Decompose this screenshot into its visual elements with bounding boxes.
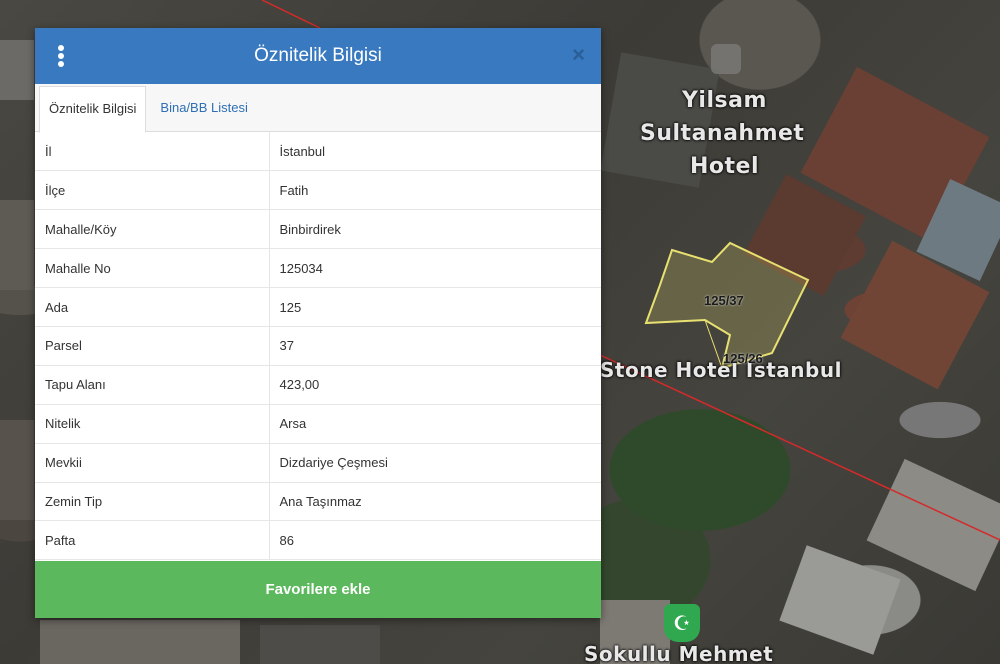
panel-header: Öznitelik Bilgisi × [35,28,601,84]
hotel-poi-icon[interactable] [711,44,741,74]
attribute-value: Fatih [269,170,601,211]
map-label-sultanahmet: Sultanahmet [640,121,805,146]
attribute-key: İl [35,132,270,172]
attribute-table: İl İstanbul İlçe Fatih Mahalle/Köy Binbirdire… [35,132,601,561]
table-row: Zemin Tip Ana Taşınmaz [35,482,601,522]
table-row: Tapu Alanı 423,00 [35,365,601,405]
parcel-label-neighbor[interactable]: 125/26 [723,351,763,366]
table-row: Nitelik Arsa [35,404,601,444]
attribute-info-panel: Öznitelik Bilgisi × Öznitelik Bilgisi Bi… [35,28,601,618]
table-row: Mahalle/Köy Binbirdirek [35,209,601,250]
attribute-value: 125 [269,287,601,327]
table-row: İl İstanbul [35,132,601,172]
parcel-label-main[interactable]: 125/37 [704,293,744,308]
attribute-value: 125034 [269,248,601,289]
map-label-sokullu: Sokullu Mehmet [584,642,774,664]
attribute-value: Ana Taşınmaz [269,482,601,522]
attribute-key: Ada [35,287,270,327]
tab-building-list[interactable]: Bina/BB Listesi [146,86,261,133]
add-to-favorites-button[interactable]: Favorilere ekle [35,561,601,618]
attribute-key: Mahalle No [35,248,270,289]
map-label-hotel: Hotel [690,154,760,179]
panel-tabs: Öznitelik Bilgisi Bina/BB Listesi [35,84,601,133]
kebab-menu-icon[interactable] [55,44,67,68]
panel-title: Öznitelik Bilgisi [254,45,382,66]
close-icon[interactable]: × [572,42,585,68]
attribute-key: Nitelik [35,404,270,444]
attribute-value: Dizdariye Çeşmesi [269,443,601,483]
map-label-yilsam: Yilsam [682,88,767,113]
table-row: İlçe Fatih [35,170,601,211]
mosque-poi-icon[interactable]: ☪ [664,604,700,642]
tab-attribute-info[interactable]: Öznitelik Bilgisi [39,86,147,133]
attribute-value: Binbirdirek [269,209,601,250]
attribute-key: Mahalle/Köy [35,209,270,250]
table-row: Ada 125 [35,287,601,327]
table-row: Mevkii Dizdariye Çeşmesi [35,443,601,483]
attribute-key: Pafta [35,520,270,561]
road-line [261,0,321,29]
table-row: Mahalle No 125034 [35,248,601,289]
attribute-key: Parsel [35,326,270,366]
attribute-key: Tapu Alanı [35,365,270,405]
attribute-value: İstanbul [269,132,601,172]
map-label-stone-hotel: Stone Hotel Istanbul [600,358,842,382]
attribute-value: 37 [269,326,601,366]
attribute-key: Mevkii [35,443,270,483]
table-row: Pafta 86 [35,520,601,561]
attribute-value: 86 [269,520,601,561]
road-line [599,354,1000,541]
table-row: Parsel 37 [35,326,601,366]
attribute-key: İlçe [35,170,270,211]
attribute-value: 423,00 [269,365,601,405]
attribute-value: Arsa [269,404,601,444]
attribute-key: Zemin Tip [35,482,270,522]
